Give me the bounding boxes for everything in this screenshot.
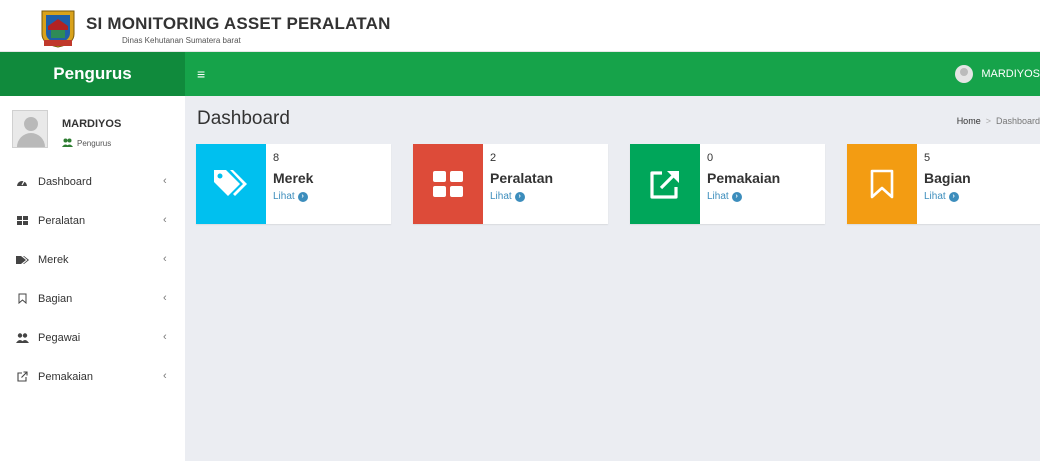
sidebar-item-label: Merek: [38, 253, 69, 266]
sidebar-item-pemakaian[interactable]: Pemakaian ‹: [0, 357, 185, 396]
chevron-left-icon: ‹: [163, 253, 167, 265]
sidebar-item-pegawai[interactable]: Pegawai ‹: [0, 318, 185, 357]
chevron-left-icon: ‹: [163, 331, 167, 343]
info-box-bagian: 5 Bagian Lihat ›: [847, 144, 1040, 224]
info-box-label: Merek: [273, 170, 314, 186]
external-link-icon: [630, 144, 700, 224]
chevron-left-icon: ‹: [163, 292, 167, 304]
users-icon: [14, 331, 30, 345]
info-box-count: 0: [707, 152, 714, 164]
top-navbar: Pengurus ≡ MARDIYOS: [0, 52, 1040, 96]
info-box-count: 5: [924, 152, 931, 164]
arrow-circle-right-icon: ›: [514, 191, 525, 202]
profile-role: Pengurus: [62, 138, 111, 149]
arrow-circle-right-icon: ›: [948, 191, 959, 202]
breadcrumb-current: Dashboard: [995, 116, 1040, 126]
provincial-emblem-icon: [40, 8, 76, 48]
user-menu-name: MARDIYOS: [981, 68, 1040, 80]
info-box-count: 8: [273, 152, 280, 164]
info-box-merek: 8 Merek Lihat ›: [196, 144, 391, 224]
lihat-link-label: Lihat: [707, 191, 729, 202]
grid-icon: [413, 144, 483, 224]
navbar-brand[interactable]: Pengurus: [0, 52, 185, 96]
dashboard-icon: [14, 175, 30, 189]
sidebar-item-label: Pemakaian: [38, 370, 94, 383]
info-box-label: Peralatan: [490, 170, 554, 186]
sidebar-item-peralatan[interactable]: Peralatan ‹: [0, 201, 185, 240]
user-menu[interactable]: MARDIYOS: [955, 63, 1040, 85]
lihat-link[interactable]: Lihat ›: [707, 191, 742, 202]
profile-role-label: Pengurus: [77, 139, 112, 148]
sidebar: MARDIYOS Pengurus Dashboard ‹ Peralatan …: [0, 96, 185, 461]
sidebar-item-label: Dashboard: [38, 175, 92, 188]
sidebar-user-panel: MARDIYOS Pengurus: [0, 96, 185, 162]
avatar: [12, 110, 48, 148]
info-box-peralatan: 2 Peralatan Lihat ›: [413, 144, 608, 224]
tags-icon: [14, 253, 30, 267]
tags-icon: [196, 144, 266, 224]
main-content: Dashboard Home > Dashboard 8 Merek Lihat ›…: [185, 96, 1040, 461]
chevron-left-icon: ‹: [163, 370, 167, 382]
profile-name: MARDIYOS: [62, 118, 122, 130]
sidebar-toggle-button[interactable]: ≡: [197, 65, 205, 83]
lihat-link[interactable]: Lihat ›: [924, 191, 959, 202]
app-title: SI MONITORING ASSET PERALATAN: [86, 14, 391, 33]
grid-icon: [14, 214, 30, 228]
chevron-left-icon: ‹: [163, 214, 167, 226]
sidebar-item-label: Bagian: [38, 292, 73, 305]
app-header: SI MONITORING ASSET PERALATAN Dinas Kehu…: [0, 0, 1040, 52]
lihat-link-label: Lihat: [273, 191, 295, 202]
user-avatar-icon: [955, 65, 974, 83]
arrow-circle-right-icon: ›: [297, 191, 308, 202]
sidebar-item-label: Pegawai: [38, 331, 81, 344]
info-box-label: Bagian: [924, 170, 971, 186]
page-title: Dashboard: [197, 108, 290, 129]
sidebar-item-dashboard[interactable]: Dashboard ‹: [0, 162, 185, 201]
breadcrumb-home-link[interactable]: Home: [957, 116, 981, 126]
info-box-count: 2: [490, 152, 497, 164]
breadcrumb: Home > Dashboard: [956, 116, 1040, 126]
external-link-icon: [14, 370, 30, 384]
sidebar-menu: Dashboard ‹ Peralatan ‹ Merek ‹ Bagian ‹: [0, 162, 185, 396]
users-icon: [62, 138, 73, 149]
lihat-link[interactable]: Lihat ›: [273, 191, 308, 202]
sidebar-item-bagian[interactable]: Bagian ‹: [0, 279, 185, 318]
arrow-circle-right-icon: ›: [731, 191, 742, 202]
bookmark-icon: [14, 292, 30, 306]
lihat-link-label: Lihat: [490, 191, 512, 202]
sidebar-item-label: Peralatan: [38, 214, 86, 227]
info-box-label: Pemakaian: [707, 170, 781, 186]
info-box-pemakaian: 0 Pemakaian Lihat ›: [630, 144, 825, 224]
bookmark-icon: [847, 144, 917, 224]
lihat-link[interactable]: Lihat ›: [490, 191, 525, 202]
sidebar-item-merek[interactable]: Merek ‹: [0, 240, 185, 279]
chevron-left-icon: ‹: [163, 175, 167, 187]
lihat-link-label: Lihat: [924, 191, 946, 202]
app-subtitle: Dinas Kehutanan Sumatera barat: [122, 36, 241, 45]
